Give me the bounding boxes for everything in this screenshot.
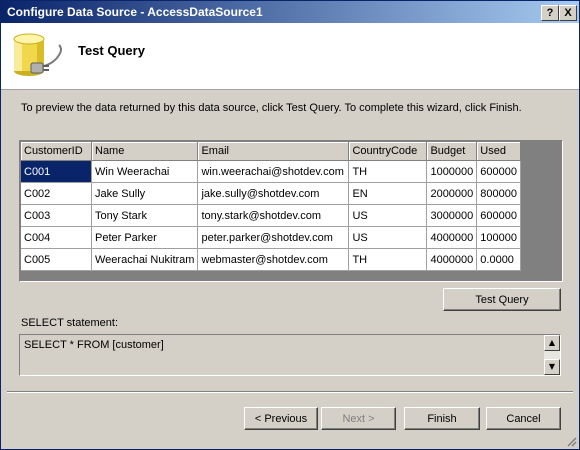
grid-cell[interactable]: 0.0000	[476, 248, 522, 271]
previous-button[interactable]: < Previous	[244, 407, 318, 430]
results-table: CustomerID Name Email CountryCode Budget…	[21, 142, 522, 271]
grid-cell[interactable]: C004	[21, 226, 92, 249]
grid-cell[interactable]: Jake Sully	[91, 182, 199, 205]
close-button[interactable]: X	[559, 5, 577, 21]
grid-cell[interactable]: 600000	[476, 204, 522, 227]
grid-cell[interactable]: Peter Parker	[91, 226, 199, 249]
grid-cell[interactable]: 4000000	[426, 248, 478, 271]
select-statement-label: SELECT statement:	[21, 317, 119, 329]
next-button[interactable]: Next >	[321, 407, 396, 430]
column-header-used[interactable]: Used	[476, 142, 522, 161]
grid-cell[interactable]: tony.stark@shotdev.com	[197, 204, 350, 227]
footer-divider	[7, 391, 573, 393]
select-statement-box[interactable]: SELECT * FROM [customer] ▲ ▼	[19, 334, 561, 376]
scroll-up-icon[interactable]: ▲	[544, 335, 560, 351]
grid-cell[interactable]: peter.parker@shotdev.com	[197, 226, 350, 249]
grid-cell[interactable]: Tony Stark	[91, 204, 199, 227]
table-row[interactable]: C005 Weerachai Nukitram webmaster@shotde…	[21, 248, 522, 271]
cancel-button[interactable]: Cancel	[486, 407, 561, 430]
table-row[interactable]: C002 Jake Sully jake.sully@shotdev.com E…	[21, 182, 522, 205]
title-bar[interactable]: Configure Data Source - AccessDataSource…	[1, 1, 579, 23]
page-heading: Test Query	[78, 43, 145, 58]
scroll-down-icon[interactable]: ▼	[544, 359, 560, 375]
table-row[interactable]: C001 Win Weerachai win.weerachai@shotdev…	[21, 160, 522, 183]
vertical-scrollbar[interactable]: ▲ ▼	[544, 335, 560, 375]
column-header-customerid[interactable]: CustomerID	[21, 142, 92, 161]
grid-cell[interactable]: US	[348, 204, 428, 227]
grid-cell[interactable]: 4000000	[426, 226, 478, 249]
instructions-text: To preview the data returned by this dat…	[21, 102, 522, 114]
grid-cell[interactable]: Win Weerachai	[91, 160, 199, 183]
grid-cell[interactable]: win.weerachai@shotdev.com	[197, 160, 350, 183]
grid-cell[interactable]: jake.sully@shotdev.com	[197, 182, 350, 205]
select-statement-text: SELECT * FROM [customer]	[24, 339, 164, 351]
grid-cell[interactable]: 2000000	[426, 182, 478, 205]
grid-cell[interactable]: C005	[21, 248, 92, 271]
grid-cell[interactable]: webmaster@shotdev.com	[197, 248, 350, 271]
grid-cell[interactable]: 600000	[476, 160, 522, 183]
help-button[interactable]: ?	[541, 5, 559, 21]
finish-button[interactable]: Finish	[404, 407, 480, 430]
database-plug-icon	[13, 33, 62, 76]
grid-cell[interactable]: Weerachai Nukitram	[91, 248, 199, 271]
grid-cell[interactable]: 3000000	[426, 204, 478, 227]
grid-cell[interactable]: TH	[348, 160, 428, 183]
grid-cell[interactable]: 800000	[476, 182, 522, 205]
resize-grip-icon[interactable]	[565, 435, 577, 447]
grid-cell[interactable]: US	[348, 226, 428, 249]
grid-cell[interactable]: C001	[21, 160, 92, 183]
grid-cell[interactable]: EN	[348, 182, 428, 205]
column-header-countrycode[interactable]: CountryCode	[348, 142, 428, 161]
test-query-button[interactable]: Test Query	[443, 288, 561, 311]
column-header-email[interactable]: Email	[197, 142, 350, 161]
grid-header-row: CustomerID Name Email CountryCode Budget…	[21, 142, 522, 161]
table-row[interactable]: C004 Peter Parker peter.parker@shotdev.c…	[21, 226, 522, 249]
grid-cell[interactable]: 1000000	[426, 160, 478, 183]
grid-cell[interactable]: 100000	[476, 226, 522, 249]
grid-cell[interactable]: TH	[348, 248, 428, 271]
results-grid[interactable]: CustomerID Name Email CountryCode Budget…	[19, 140, 563, 282]
grid-cell[interactable]: C003	[21, 204, 92, 227]
column-header-name[interactable]: Name	[91, 142, 199, 161]
grid-cell[interactable]: C002	[21, 182, 92, 205]
column-header-budget[interactable]: Budget	[426, 142, 478, 161]
table-row[interactable]: C003 Tony Stark tony.stark@shotdev.com U…	[21, 204, 522, 227]
dialog-window: Configure Data Source - AccessDataSource…	[0, 0, 580, 450]
wizard-header: Test Query	[1, 23, 579, 90]
window-title: Configure Data Source - AccessDataSource…	[7, 5, 263, 19]
